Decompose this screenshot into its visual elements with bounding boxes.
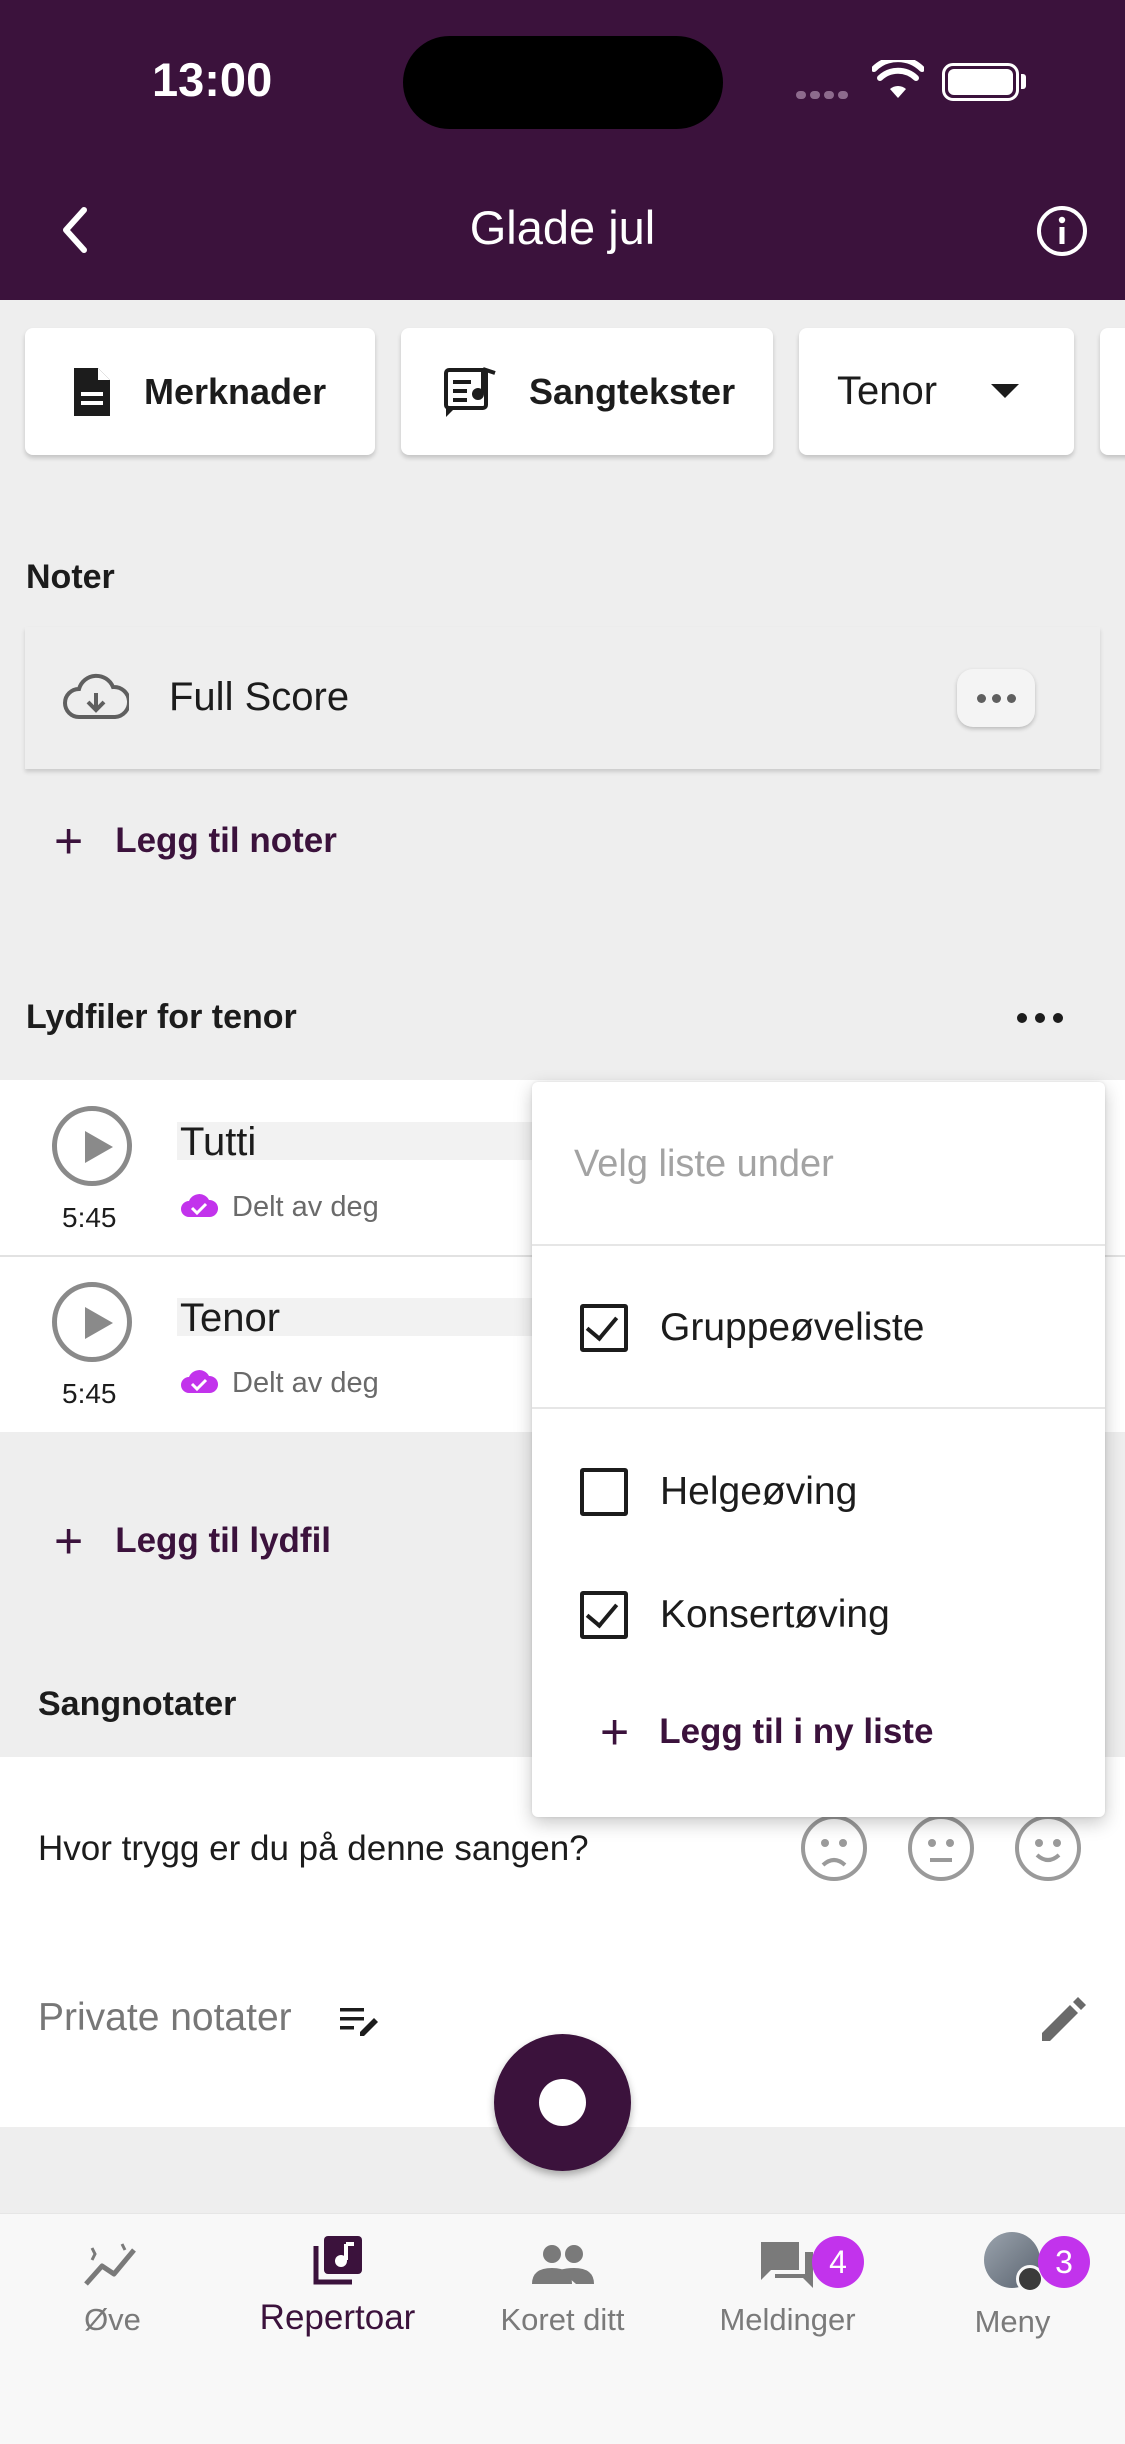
menu-item-label: Konsertøving xyxy=(660,1593,890,1636)
lyrics-chip[interactable]: Sangtekster xyxy=(401,328,773,455)
cloud-download-icon[interactable] xyxy=(63,673,129,721)
voice-select[interactable]: Tenor xyxy=(799,328,1074,455)
checkbox-checked[interactable] xyxy=(580,1304,628,1352)
document-icon xyxy=(70,366,114,418)
track-duration: 5:45 xyxy=(62,1202,117,1233)
more-options-button[interactable] xyxy=(957,669,1035,727)
chat-icon xyxy=(761,2242,813,2288)
people-icon xyxy=(532,2245,594,2284)
lyrics-chip-label: Sangtekster xyxy=(529,370,736,412)
chip-overflow[interactable] xyxy=(1100,328,1125,455)
add-audio-button[interactable]: + Legg til lydfil xyxy=(54,1512,331,1570)
audio-more-icon[interactable] xyxy=(1017,1013,1063,1023)
info-icon[interactable] xyxy=(1035,204,1089,258)
track-duration: 5:45 xyxy=(62,1378,117,1409)
neutral-face-icon[interactable] xyxy=(908,1815,974,1881)
nav-item-choir[interactable]: Koret ditt xyxy=(450,2240,675,2370)
audio-section-title: Lydfiler for tenor xyxy=(26,998,297,1036)
shared-status: Delt av deg xyxy=(232,1367,379,1399)
wifi-icon xyxy=(872,60,924,98)
add-new-list-label: Legg til i ny liste xyxy=(659,1712,934,1751)
menu-item-label: Helgeøving xyxy=(660,1470,858,1513)
battery-tip xyxy=(1021,74,1026,89)
track-name: Tutti xyxy=(180,1120,257,1164)
happy-face-icon[interactable] xyxy=(1015,1815,1081,1881)
play-icon[interactable] xyxy=(52,1282,132,1362)
track-name: Tenor xyxy=(180,1296,281,1340)
lyrics-icon xyxy=(443,365,499,419)
page-title: Glade jul xyxy=(469,201,656,254)
nav-item-menu[interactable]: 3 Meny xyxy=(900,2232,1125,2372)
plus-icon: + xyxy=(600,1704,630,1760)
music-library-icon xyxy=(313,2236,362,2285)
cloud-done-icon xyxy=(181,1194,218,1217)
voice-select-value: Tenor xyxy=(837,369,938,413)
checkbox-checked[interactable] xyxy=(580,1591,628,1639)
nav-item-practice[interactable]: Øve xyxy=(0,2240,225,2370)
divider xyxy=(532,1407,1105,1409)
battery-icon xyxy=(942,63,1019,101)
messages-badge: 4 xyxy=(812,2236,864,2288)
menu-item-label: Gruppeøveliste xyxy=(660,1306,925,1349)
nav-item-repertoire[interactable]: Repertoar xyxy=(225,2234,450,2364)
nav-label: Øve xyxy=(84,2302,141,2337)
add-score-button[interactable]: + Legg til noter xyxy=(54,812,337,870)
record-icon xyxy=(539,2079,586,2126)
signal-icon xyxy=(796,86,854,99)
nav-label: Koret ditt xyxy=(500,2302,625,2337)
sad-face-icon[interactable] xyxy=(801,1815,867,1881)
status-time: 13:00 xyxy=(152,53,273,106)
dynamic-island xyxy=(403,36,723,129)
confidence-question: Hvor trygg er du på denne sangen? xyxy=(38,1829,589,1868)
nav-label: Meldinger xyxy=(719,2302,856,2337)
menu-header: Velg liste under xyxy=(574,1143,834,1185)
nav-label: Repertoar xyxy=(259,2298,416,2337)
plus-icon: + xyxy=(54,1513,84,1569)
menu-item-gruppeoveliste[interactable]: Gruppeøveliste xyxy=(532,1264,1105,1392)
dropdown-arrow-icon xyxy=(991,384,1019,398)
score-title: Full Score xyxy=(169,675,350,719)
add-new-list-button[interactable]: + Legg til i ny liste xyxy=(600,1703,933,1761)
play-icon[interactable] xyxy=(52,1106,132,1186)
add-score-label: Legg til noter xyxy=(115,821,337,860)
shared-status: Delt av deg xyxy=(232,1191,379,1223)
notes-chip-label: Merknader xyxy=(144,370,327,412)
notes-chip[interactable]: Merknader xyxy=(25,328,375,455)
plus-icon: + xyxy=(54,813,84,869)
menu-item-konsertoving[interactable]: Konsertøving xyxy=(532,1551,1105,1671)
cloud-done-icon xyxy=(181,1370,218,1393)
checkbox-unchecked[interactable] xyxy=(580,1468,628,1516)
nav-label: Meny xyxy=(974,2304,1051,2339)
notes-edit-icon xyxy=(340,2008,378,2036)
pencil-icon[interactable] xyxy=(1038,1995,1086,2043)
nav-item-messages[interactable]: 4 Meldinger xyxy=(675,2236,900,2370)
menu-badge: 3 xyxy=(1038,2236,1090,2288)
private-notes-label: Private notater xyxy=(38,1996,292,2039)
menu-item-helgeoving[interactable]: Helgeøving xyxy=(532,1428,1105,1548)
divider xyxy=(532,1244,1105,1246)
song-notes-title: Sangnotater xyxy=(38,1685,237,1723)
add-audio-label: Legg til lydfil xyxy=(115,1521,332,1560)
trending-up-icon xyxy=(84,2243,136,2286)
scores-section-title: Noter xyxy=(26,558,115,596)
